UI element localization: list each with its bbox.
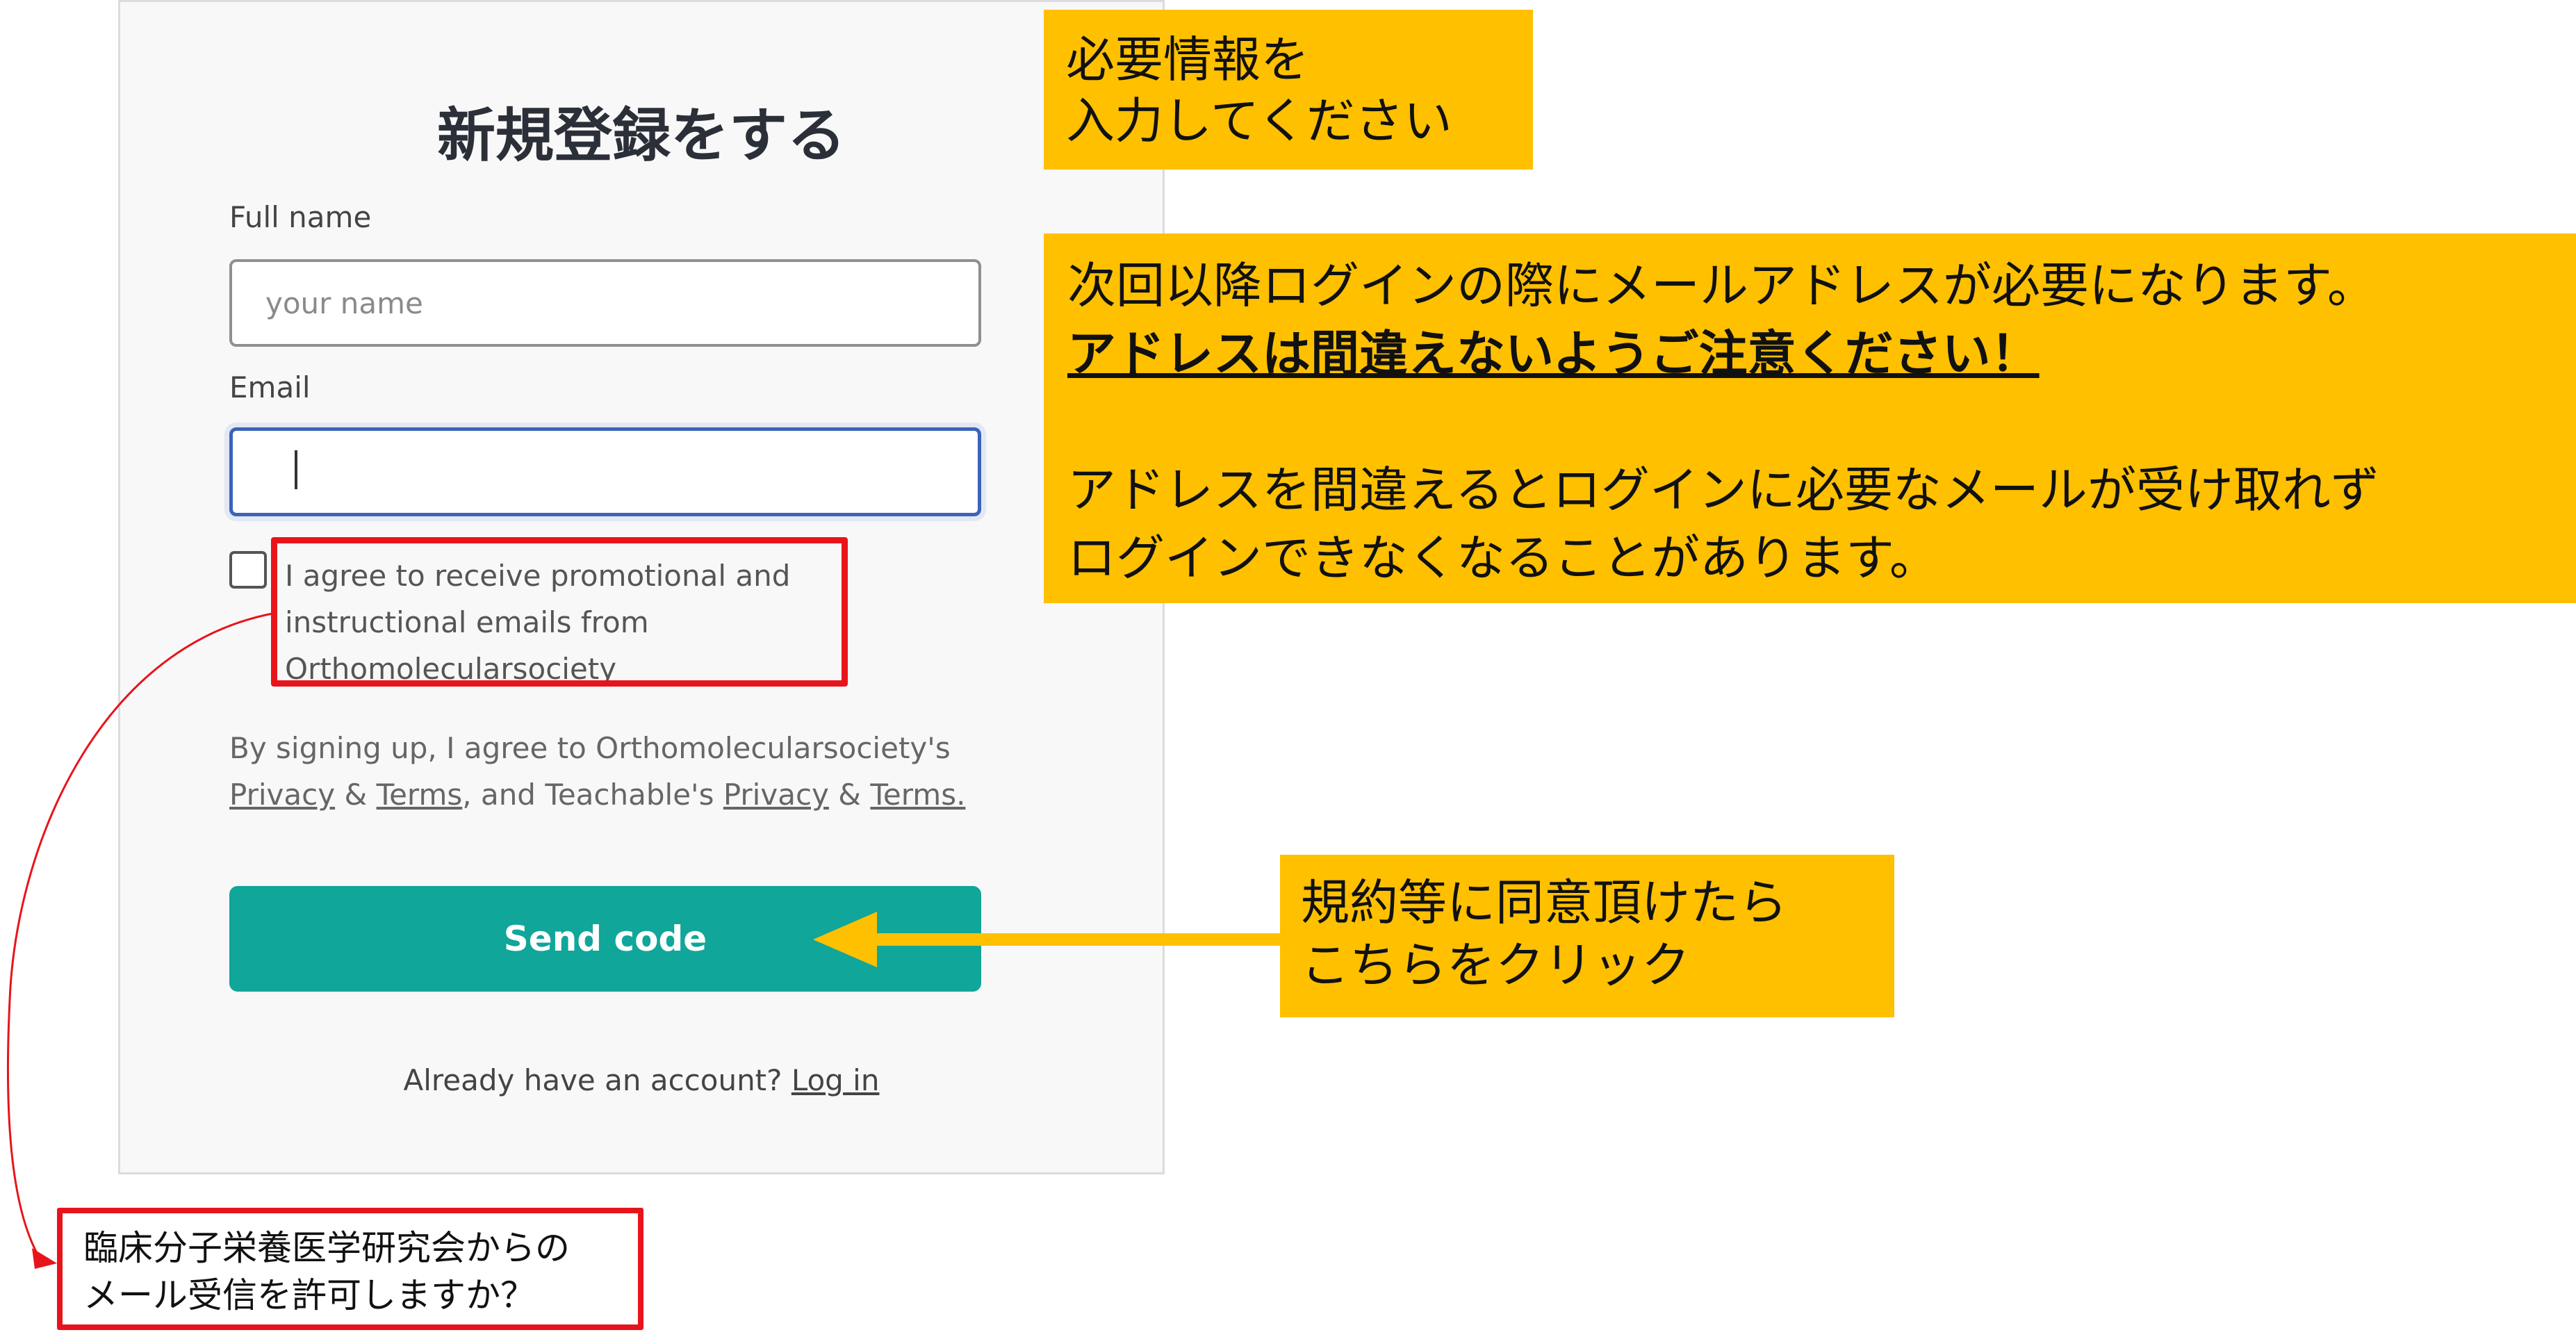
yellow-arrow-head [813,912,877,967]
red-arrow-head [32,1248,57,1269]
annotation-arrows [6,612,1280,1269]
red-curve-arrow [6,612,273,1260]
